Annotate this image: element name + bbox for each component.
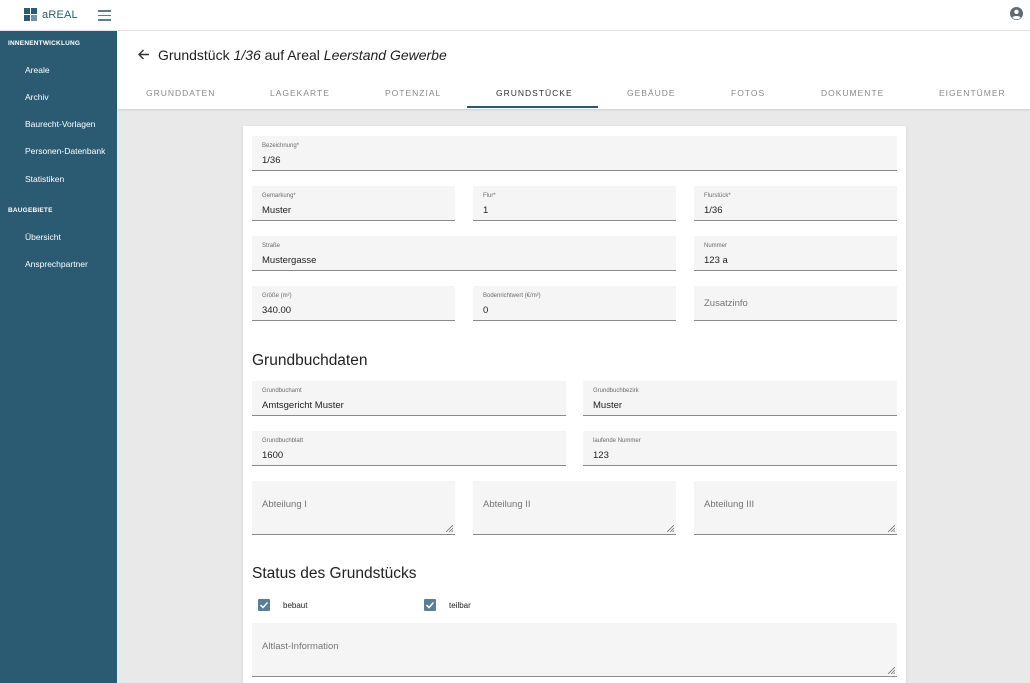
bebaut-label: bebaut <box>283 601 308 610</box>
abteilung-2-textarea[interactable]: Abteilung II <box>473 481 676 535</box>
gemarkung-field[interactable]: Gemarkung* Muster <box>252 186 455 221</box>
sidebar-heading-innenentwicklung: INNENENTWICKLUNG <box>8 40 81 47</box>
bezeichnung-field[interactable]: Bezeichnung* 1/36 <box>252 136 897 171</box>
sidebar-item-ansprechpartner[interactable]: Ansprechpartner <box>25 259 88 269</box>
tab-potenzial[interactable]: POTENZIAL <box>385 88 441 98</box>
tab-eigentuemer[interactable]: EIGENTÜMER <box>939 88 1006 98</box>
page-header: Grundstück 1/36 auf Areal Leerstand Gewe… <box>117 31 1030 109</box>
zusatzinfo-field[interactable]: Zusatzinfo <box>694 286 897 321</box>
teilbar-label: teilbar <box>449 601 471 610</box>
sidebar-heading-baugebiete: BAUGEBIETE <box>8 207 53 214</box>
sidebar: INNENENTWICKLUNG Areale Archiv Baurecht-… <box>0 31 117 683</box>
laufende-nummer-field[interactable]: laufende Nummer 123 <box>583 431 897 466</box>
grundbuchamt-field[interactable]: Grundbuchamt Amtsgericht Muster <box>252 381 566 416</box>
tab-gebaeude[interactable]: GEBÄUDE <box>627 88 676 98</box>
app-name: aREAL <box>42 8 78 21</box>
bebaut-checkbox[interactable] <box>258 599 270 611</box>
tab-dokumente[interactable]: DOKUMENTE <box>821 88 884 98</box>
check-icon <box>425 601 435 609</box>
nummer-field[interactable]: Nummer 123 a <box>694 236 897 271</box>
parcel-form-card: Bezeichnung* 1/36 Gemarkung* Muster Flur… <box>243 126 906 683</box>
resize-handle-icon[interactable] <box>667 525 674 532</box>
abteilung-3-textarea[interactable]: Abteilung III <box>694 481 897 535</box>
page-title: Grundstück 1/36 auf Areal Leerstand Gewe… <box>158 47 447 63</box>
flurstueck-field[interactable]: Flurstück* 1/36 <box>694 186 897 221</box>
status-heading: Status des Grundstücks <box>252 565 417 582</box>
title-parcel-id: 1/36 <box>233 47 261 63</box>
strasse-field[interactable]: Straße Mustergasse <box>252 236 676 271</box>
grundbuchbezirk-field[interactable]: Grundbuchbezirk Muster <box>583 381 897 416</box>
app-logo[interactable]: aREAL <box>24 8 78 21</box>
check-icon <box>259 601 269 609</box>
resize-handle-icon[interactable] <box>888 525 895 532</box>
grundbuch-heading: Grundbuchdaten <box>252 352 368 369</box>
hamburger-icon[interactable] <box>98 10 111 21</box>
tab-fotos[interactable]: FOTOS <box>731 88 765 98</box>
sidebar-item-archiv[interactable]: Archiv <box>25 92 49 102</box>
active-tab-indicator <box>467 106 598 108</box>
abteilung-1-textarea[interactable]: Abteilung I <box>252 481 455 535</box>
sidebar-item-uebersicht[interactable]: Übersicht <box>25 232 61 242</box>
altlast-textarea[interactable]: Altlast-Information <box>252 623 897 677</box>
user-circle-icon[interactable] <box>1010 7 1023 20</box>
sidebar-item-areale[interactable]: Areale <box>25 65 50 75</box>
teilbar-checkbox[interactable] <box>424 599 436 611</box>
sidebar-item-personen-datenbank[interactable]: Personen-Datenbank <box>25 146 105 156</box>
logo-icon <box>24 8 37 21</box>
tab-grunddaten[interactable]: GRUNDDATEN <box>146 88 215 98</box>
arrow-left-icon[interactable] <box>137 48 150 61</box>
top-bar: aREAL <box>0 0 1030 31</box>
resize-handle-icon[interactable] <box>888 667 895 674</box>
resize-handle-icon[interactable] <box>446 525 453 532</box>
flur-field[interactable]: Flur* 1 <box>473 186 676 221</box>
sidebar-item-baurecht-vorlagen[interactable]: Baurecht-Vorlagen <box>25 119 95 129</box>
tab-grundstuecke[interactable]: GRUNDSTÜCKE <box>496 88 573 98</box>
groesse-field[interactable]: Größe (m²) 340.00 <box>252 286 455 321</box>
tab-lagekarte[interactable]: LAGEKARTE <box>270 88 330 98</box>
grundbuchblatt-field[interactable]: Grundbuchblatt 1600 <box>252 431 566 466</box>
bodenrichtwert-field[interactable]: Bodenrichtwert (€/m²) 0 <box>473 286 676 321</box>
sidebar-item-statistiken[interactable]: Statistiken <box>25 174 64 184</box>
title-area-name: Leerstand Gewerbe <box>323 47 447 63</box>
